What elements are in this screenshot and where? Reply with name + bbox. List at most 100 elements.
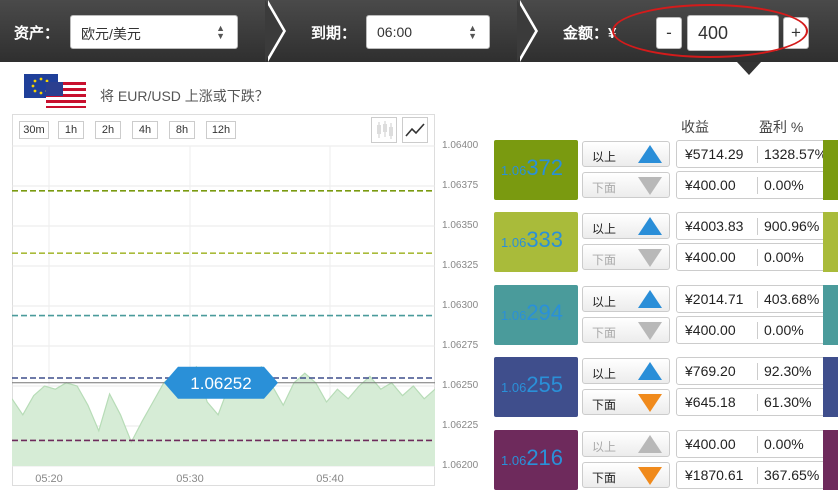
highlight-oval: [612, 4, 808, 58]
x-tick-label: 05:30: [176, 473, 204, 485]
strike-rate-box: 1.06333: [494, 212, 578, 272]
payout-amount: ¥400.00: [685, 249, 736, 265]
above-button[interactable]: 以上: [582, 141, 670, 167]
arrow-up-icon: [638, 145, 662, 163]
x-tick-label: 05:40: [316, 473, 344, 485]
strike-rate-box: 1.06372: [494, 140, 578, 200]
below-button[interactable]: 下面: [582, 462, 670, 488]
pointer-caret-icon: [737, 62, 761, 75]
timeframe-12h-button[interactable]: 12h: [206, 121, 236, 139]
timeframe-4h-button[interactable]: 4h: [132, 121, 158, 139]
strike-rate-box: 1.06294: [494, 285, 578, 345]
payout-divider: [757, 146, 758, 163]
asset-select-value: 欧元/美元: [81, 26, 141, 42]
strike-rate-base: 1.06: [501, 380, 527, 395]
payout-header: 收益: [681, 119, 709, 135]
payout-amount: ¥645.18: [685, 394, 736, 410]
above-payout-box: ¥400.00 0.00%: [676, 430, 826, 458]
row-color-strip: [823, 357, 838, 417]
strike-rate-box: 1.06255: [494, 357, 578, 417]
profit-percent: 92.30%: [764, 363, 812, 379]
arrow-up-icon: [638, 435, 662, 453]
below-label: 下面: [592, 181, 617, 195]
below-payout-box: ¥400.00 0.00%: [676, 243, 826, 271]
amount-label: 金额：¥: [563, 25, 617, 42]
above-label: 以上: [592, 150, 617, 164]
candlestick-icon[interactable]: [371, 117, 397, 143]
profit-percent: 0.00%: [764, 249, 804, 265]
y-tick-label: 1.06300: [442, 300, 479, 311]
profit-percent: 0.00%: [764, 436, 804, 452]
payout-divider: [757, 436, 758, 453]
y-tick-label: 1.06225: [442, 420, 479, 431]
row-color-strip: [823, 430, 838, 490]
below-button[interactable]: 下面: [582, 244, 670, 270]
expiry-select[interactable]: 06:00 ▲ ▼: [366, 15, 490, 49]
above-label: 以上: [592, 367, 617, 381]
payout-divider: [757, 322, 758, 339]
above-label: 以上: [592, 295, 617, 309]
above-payout-box: ¥769.20 92.30%: [676, 357, 826, 385]
below-button[interactable]: 下面: [582, 172, 670, 198]
arrow-up-icon: [638, 217, 662, 235]
timeframe-1h-button[interactable]: 1h: [58, 121, 84, 139]
below-button[interactable]: 下面: [582, 389, 670, 415]
strike-rate-text: 1.06372: [501, 155, 563, 181]
arrow-down-icon: [638, 322, 662, 340]
question-text: 将 EUR/USD 上涨或下跌？: [100, 88, 269, 104]
below-label: 下面: [592, 326, 617, 340]
above-payout-box: ¥4003.83 900.96%: [676, 212, 826, 240]
y-tick-label: 1.06350: [442, 220, 479, 231]
above-button[interactable]: 以上: [582, 213, 670, 239]
asset-select[interactable]: 欧元/美元 ▲ ▼: [70, 15, 238, 49]
above-button[interactable]: 以上: [582, 358, 670, 384]
strike-rate-digits: 372: [526, 155, 564, 180]
asset-label: 资产：: [14, 25, 60, 42]
separator-chevron-inner: [517, 0, 535, 62]
profit-percent: 900.96%: [764, 218, 820, 234]
payout-amount: ¥400.00: [685, 322, 736, 338]
above-button[interactable]: 以上: [582, 431, 670, 457]
expiry-label: 到期：: [311, 25, 357, 42]
above-button[interactable]: 以上: [582, 286, 670, 312]
strike-rate-box: 1.06216: [494, 430, 578, 490]
price-chart-plot: 1.06252 05:20 05:30 05:40: [12, 145, 435, 485]
strike-rate-text: 1.06255: [501, 372, 563, 398]
arrow-down-icon: [638, 177, 662, 195]
payout-amount: ¥1870.61: [685, 467, 744, 483]
below-button[interactable]: 下面: [582, 317, 670, 343]
x-tick-label: 05:20: [35, 473, 63, 485]
y-tick-label: 1.06400: [442, 140, 479, 151]
profit-percent: 367.65%: [764, 467, 820, 483]
payout-divider: [757, 467, 758, 484]
arrow-up-icon: [638, 290, 662, 308]
payout-divider: [757, 363, 758, 380]
below-payout-box: ¥1870.61 367.65%: [676, 461, 826, 489]
profit-percent: 1328.57%: [764, 146, 828, 162]
current-rate-badge-text: 1.06252: [190, 374, 251, 393]
above-payout-box: ¥2014.71 403.68%: [676, 285, 826, 313]
above-label: 以上: [592, 440, 617, 454]
arrow-down-icon: [638, 249, 662, 267]
timeframe-30m-button[interactable]: 30m: [19, 121, 49, 139]
payout-amount: ¥4003.83: [685, 218, 744, 234]
payout-divider: [757, 218, 758, 235]
below-payout-box: ¥645.18 61.30%: [676, 388, 826, 416]
expiry-select-value: 06:00: [377, 24, 413, 40]
line-chart-icon[interactable]: [402, 117, 428, 143]
timeframe-8h-button[interactable]: 8h: [169, 121, 195, 139]
profit-percent: 0.00%: [764, 177, 804, 193]
strike-rate-base: 1.06: [501, 235, 527, 250]
top-toolbar: 资产： 欧元/美元 ▲▼ 到期： 06:00 ▲▼ 金额：¥ - +: [0, 0, 838, 62]
row-color-strip: [823, 140, 838, 200]
payout-amount: ¥400.00: [685, 177, 736, 193]
arrow-down-icon: [638, 467, 662, 485]
y-tick-label: 1.06200: [442, 460, 479, 471]
below-label: 下面: [592, 471, 617, 485]
above-label: 以上: [592, 222, 617, 236]
y-tick-label: 1.06375: [442, 180, 479, 191]
timeframe-2h-button[interactable]: 2h: [95, 121, 121, 139]
select-arrows-icon: ▲ ▼: [216, 23, 225, 41]
strike-rate-digits: 216: [526, 445, 564, 470]
arrow-down-icon: [638, 394, 662, 412]
